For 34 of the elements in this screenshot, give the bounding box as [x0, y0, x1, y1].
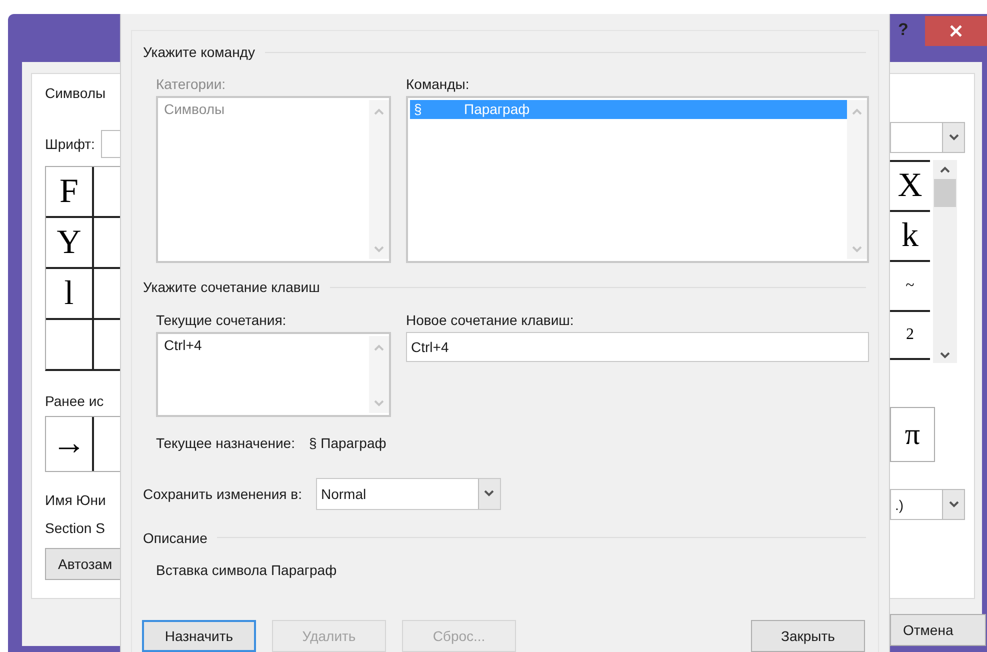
close-icon [949, 24, 963, 38]
symbol-cell[interactable]: F [46, 167, 94, 216]
recent-label: Ранее ис [45, 393, 104, 409]
save-in-dropdown[interactable]: Normal [316, 478, 501, 510]
save-in-label: Сохранить изменения в: [143, 486, 302, 502]
section-heading: Укажите команду [143, 44, 255, 60]
close-button[interactable] [925, 16, 987, 46]
list-item[interactable]: Ctrl+4 [160, 336, 369, 355]
code-dropdown[interactable]: .) [890, 489, 965, 520]
section-heading: Описание [143, 530, 208, 546]
unicode-name-label: Имя Юни [45, 492, 106, 508]
symbols-tab[interactable]: Символы [45, 84, 106, 102]
field-label: Новое сочетание клавиш: [406, 310, 574, 330]
scrollbar[interactable] [933, 160, 957, 363]
scroll-down-icon[interactable] [940, 352, 950, 359]
scrollbar-thumb[interactable] [934, 179, 956, 207]
assignment-value: § Параграф [308, 434, 386, 453]
input-field[interactable]: Ctrl+4 [406, 332, 869, 362]
list-label: Категории: [156, 75, 226, 94]
unicode-name-value: Section S [45, 520, 105, 536]
dialog-button[interactable]: Закрыть [751, 620, 865, 652]
assignment-label: Текущее назначение: [156, 434, 295, 453]
symbol-cell[interactable]: π [890, 407, 935, 462]
list-label: Команды: [406, 75, 470, 94]
list-label: Текущие сочетания: [156, 310, 286, 330]
description-text: Вставка символа Параграф [156, 560, 338, 580]
dialog-button[interactable]: Назначить [142, 620, 256, 652]
section-heading: Укажите сочетание клавиш [143, 279, 320, 296]
font-label: Шрифт: [45, 136, 95, 152]
scroll-up-icon[interactable] [940, 166, 950, 173]
symbol-cell[interactable]: Y [46, 218, 94, 267]
cancel-button[interactable]: Отмена [890, 614, 986, 646]
current-keys-list[interactable]: Ctrl+4 [156, 332, 391, 417]
symbol-cell[interactable]: l [46, 269, 94, 318]
